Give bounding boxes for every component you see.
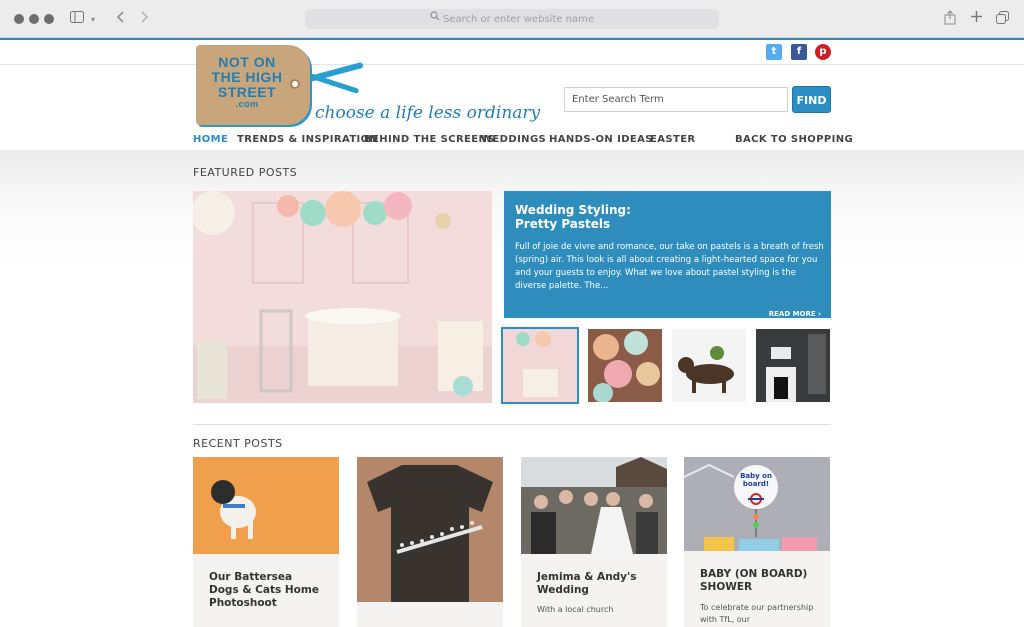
web-page: t f p NOT ON THE HIGH STREET .com choose… <box>0 40 1024 627</box>
nav-trends-inspiration[interactable]: TRENDS & INSPIRATION <box>237 134 378 145</box>
featured-hero-image[interactable] <box>193 191 492 403</box>
recent-post-excerpt: To celebrate our partnership with TfL, o… <box>700 603 814 624</box>
logo-wordmark: NOT ON THE HIGH STREET .com <box>202 55 292 109</box>
nav-hands-on-ideas[interactable]: HANDS-ON IDEAS <box>549 134 653 145</box>
featured-title-line-1: Wedding Styling: <box>515 203 631 217</box>
recent-post-title[interactable]: BABY (ON BOARD) SHOWER <box>700 568 815 594</box>
balloon-text: Baby on board! <box>740 472 772 488</box>
find-button[interactable]: FIND <box>792 86 831 113</box>
browser-toolbar: ▾ Search or enter website name <box>0 0 1024 38</box>
search-input[interactable]: Enter Search Term <box>564 87 788 112</box>
featured-post-title[interactable]: Wedding Styling: Pretty Pastels <box>515 203 815 231</box>
recent-post-card[interactable] <box>357 457 503 627</box>
read-more-link[interactable]: READ MORE › <box>769 310 821 318</box>
nav-easter[interactable]: EASTER <box>650 134 696 145</box>
section-divider <box>193 424 831 425</box>
featured-thumb-1[interactable] <box>503 329 577 402</box>
close-window-icon[interactable] <box>14 14 24 24</box>
facebook-icon[interactable]: f <box>791 44 807 60</box>
tab-overview-icon[interactable] <box>996 11 1010 27</box>
forward-arrow-icon[interactable] <box>140 10 150 27</box>
search-icon <box>430 9 440 29</box>
logo-tagline: choose a life less ordinary <box>315 103 541 123</box>
featured-post-excerpt: Full of joie de vivre and romance, our t… <box>515 242 824 291</box>
recent-post-card[interactable]: Jemima & Andy's Wedding With a local chu… <box>521 457 667 627</box>
logo-dotcom: .com <box>235 99 259 109</box>
new-tab-icon[interactable] <box>970 10 983 26</box>
pinterest-icon[interactable]: p <box>815 44 831 60</box>
nav-home[interactable]: HOME <box>193 134 228 145</box>
nav-weddings[interactable]: WEDDINGS <box>481 134 546 145</box>
recent-post-image[interactable]: Baby on board! <box>684 457 830 551</box>
recent-post-excerpt: With a local church <box>537 605 614 614</box>
recent-post-card[interactable]: Our Battersea Dogs & Cats Home Photoshoo… <box>193 457 339 627</box>
recent-post-image[interactable] <box>357 457 503 602</box>
featured-post-panel[interactable]: Wedding Styling: Pretty Pastels Full of … <box>504 191 831 318</box>
recent-post-image[interactable] <box>193 457 339 554</box>
nav-back-to-shopping[interactable]: BACK TO SHOPPING <box>735 134 853 145</box>
recent-posts-heading: RECENT POSTS <box>193 437 283 450</box>
back-arrow-icon[interactable] <box>115 10 125 27</box>
featured-posts-heading: FEATURED POSTS <box>193 166 298 179</box>
social-strip: t f p <box>0 40 1024 65</box>
twitter-icon[interactable]: t <box>766 44 782 60</box>
logo-line-1: NOT ON <box>218 54 276 70</box>
featured-title-line-2: Pretty Pastels <box>515 217 611 231</box>
recent-post-title[interactable]: Our Battersea Dogs & Cats Home Photoshoo… <box>209 571 324 610</box>
chevron-down-icon[interactable]: ▾ <box>91 12 95 27</box>
address-bar[interactable]: Search or enter website name <box>305 9 719 29</box>
sidebar-icon[interactable] <box>70 11 84 26</box>
logo-tag: NOT ON THE HIGH STREET .com <box>196 45 310 125</box>
recent-post-image[interactable] <box>521 457 667 554</box>
featured-thumb-2[interactable] <box>588 329 662 402</box>
maximize-window-icon[interactable] <box>44 14 54 24</box>
featured-thumb-4[interactable] <box>756 329 830 402</box>
recent-post-title[interactable]: Jemima & Andy's Wedding <box>537 571 652 597</box>
recent-post-card[interactable]: Baby on board! BABY (ON BOARD) SHOWER To… <box>684 457 830 627</box>
featured-thumb-3[interactable] <box>672 329 746 402</box>
logo-line-2: THE HIGH <box>211 69 283 85</box>
nav-behind-the-screens[interactable]: BEHIND THE SCREENS <box>364 134 495 145</box>
share-icon[interactable] <box>944 10 956 28</box>
minimize-window-icon[interactable] <box>29 14 39 24</box>
logo-line-3: STREET <box>217 84 277 100</box>
address-bar-placeholder: Search or enter website name <box>442 14 595 25</box>
